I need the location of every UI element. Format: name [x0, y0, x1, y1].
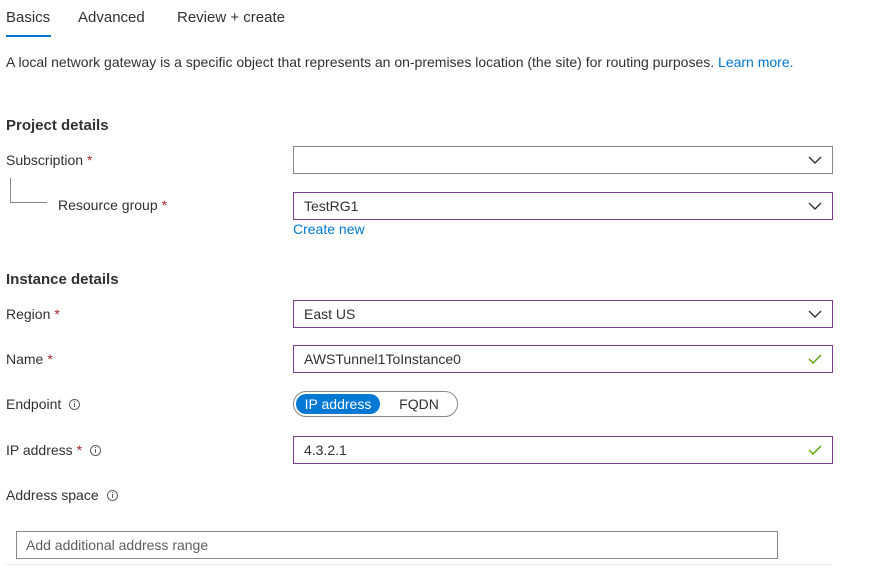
ip-address-value: 4.3.2.1	[304, 442, 347, 458]
region-value: East US	[304, 306, 356, 322]
name-value: AWSTunnel1ToInstance0	[304, 351, 461, 367]
region-label-text: Region	[6, 306, 51, 322]
project-details-heading: Project details	[6, 117, 109, 134]
address-space-label: Address space	[6, 487, 118, 503]
endpoint-label: Endpoint	[6, 396, 81, 412]
required-marker: *	[54, 306, 60, 322]
checkmark-icon	[808, 354, 822, 364]
region-dropdown[interactable]: East US	[293, 300, 833, 328]
resource-group-value: TestRG1	[304, 198, 359, 214]
name-label: Name *	[6, 351, 53, 367]
ip-address-label: IP address *	[6, 442, 102, 458]
tab-advanced[interactable]: Advanced	[78, 9, 145, 26]
tab-basics[interactable]: Basics	[6, 9, 50, 26]
subscription-label-text: Subscription	[6, 152, 84, 168]
ip-address-label-text: IP address	[6, 442, 73, 458]
info-icon[interactable]	[90, 444, 102, 456]
chevron-down-icon	[808, 202, 822, 210]
resource-group-label: Resource group *	[58, 197, 167, 213]
page-description: A local network gateway is a specific ob…	[6, 52, 826, 72]
required-marker: *	[87, 152, 93, 168]
subscription-dropdown[interactable]	[293, 146, 833, 174]
chevron-down-icon	[808, 310, 822, 318]
active-tab-indicator	[6, 35, 51, 37]
name-input[interactable]: AWSTunnel1ToInstance0	[293, 345, 833, 373]
tree-connector-vertical	[10, 178, 11, 202]
create-new-link[interactable]: Create new	[293, 221, 365, 237]
name-label-text: Name	[6, 351, 44, 367]
required-marker: *	[76, 442, 83, 458]
description-text: A local network gateway is a specific ob…	[6, 54, 715, 70]
tab-review-create[interactable]: Review + create	[177, 9, 285, 26]
resource-group-dropdown[interactable]: TestRG1	[293, 192, 833, 220]
info-icon[interactable]	[69, 398, 81, 410]
endpoint-option-fqdn[interactable]: FQDN	[388, 394, 450, 414]
info-icon[interactable]	[106, 489, 118, 501]
tree-connector-horizontal	[10, 202, 47, 203]
endpoint-toggle[interactable]: IP address FQDN	[293, 391, 458, 417]
address-range-input[interactable]	[16, 531, 778, 559]
required-marker: *	[47, 351, 53, 367]
learn-more-link[interactable]: Learn more.	[718, 54, 793, 70]
required-marker: *	[161, 197, 168, 213]
checkmark-icon	[808, 445, 822, 455]
chevron-down-icon	[808, 156, 822, 164]
address-space-label-text: Address space	[6, 487, 99, 503]
endpoint-label-text: Endpoint	[6, 396, 62, 412]
ip-address-input[interactable]: 4.3.2.1	[293, 436, 833, 464]
endpoint-option-ip-address[interactable]: IP address	[296, 394, 380, 414]
subscription-label: Subscription *	[6, 152, 93, 168]
divider	[6, 564, 832, 565]
instance-details-heading: Instance details	[6, 271, 119, 288]
resource-group-label-text: Resource group	[58, 197, 158, 213]
region-label: Region *	[6, 306, 60, 322]
